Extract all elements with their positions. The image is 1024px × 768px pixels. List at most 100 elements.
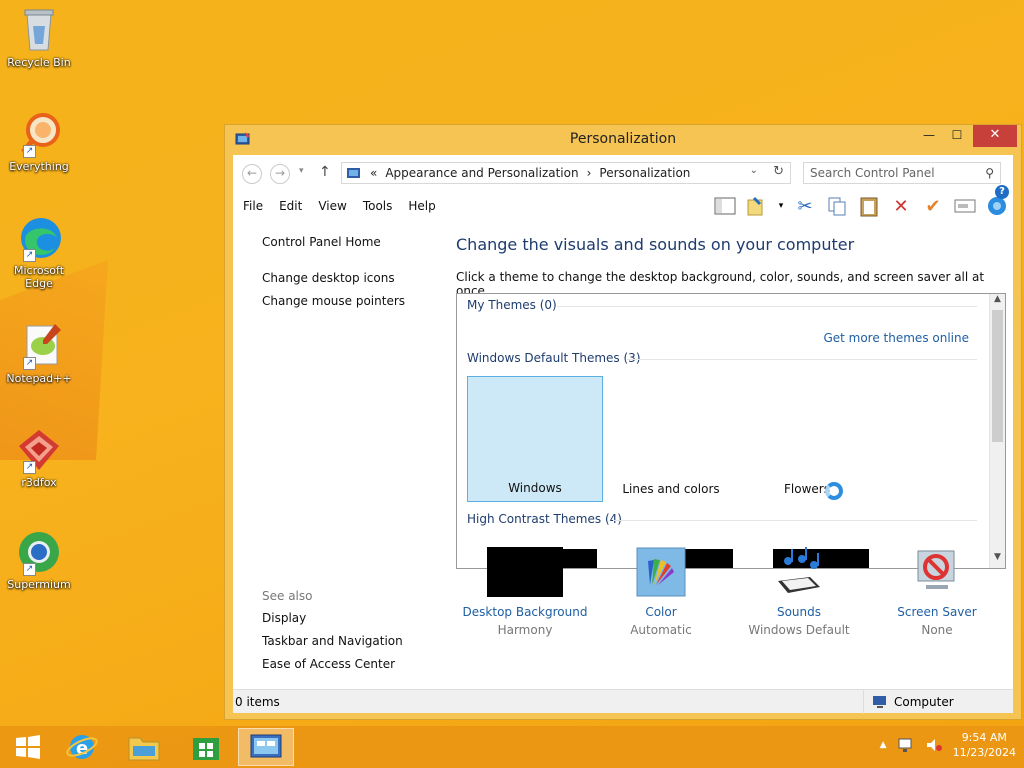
search-icon[interactable]: ⚲ bbox=[985, 166, 994, 180]
copy-icon[interactable] bbox=[823, 193, 851, 219]
start-button[interactable] bbox=[0, 728, 56, 766]
recent-locations-icon[interactable]: ▾ bbox=[299, 166, 304, 176]
properties-icon[interactable] bbox=[743, 193, 771, 219]
theme-lines-and-colors[interactable]: Lines and colors bbox=[603, 376, 739, 502]
taskbar-internet-explorer[interactable]: e bbox=[54, 728, 110, 766]
notepadpp-icon: ↗ bbox=[15, 322, 63, 370]
sounds-value: Windows Default bbox=[748, 623, 850, 637]
see-also-label: See also bbox=[262, 589, 313, 603]
search-input[interactable]: Search Control Panel ⚲ bbox=[803, 162, 1001, 184]
desktop-icon-notepadpp[interactable]: ↗ Notepad++ bbox=[4, 322, 74, 385]
up-arrow-icon[interactable]: ↑ bbox=[319, 164, 331, 180]
internet-explorer-icon: e bbox=[66, 735, 98, 759]
desktop-icon-label: Microsoft Edge bbox=[13, 264, 65, 290]
shortcut-arrow-icon: ↗ bbox=[23, 249, 36, 262]
paste-icon[interactable] bbox=[855, 193, 883, 219]
scroll-thumb[interactable] bbox=[992, 310, 1003, 442]
chevron-down-icon[interactable]: ⌄ bbox=[750, 165, 758, 176]
clock[interactable]: 9:54 AM 11/23/2024 bbox=[953, 730, 1016, 760]
theme-list[interactable]: My Themes (0) Get more themes online Win… bbox=[456, 293, 1006, 569]
desktop-icon-microsoft-edge[interactable]: ↗ Microsoft Edge bbox=[4, 214, 74, 290]
help-icon[interactable]: ? bbox=[995, 185, 1009, 199]
windows-logo-icon bbox=[16, 735, 40, 759]
status-location-label: Computer bbox=[894, 695, 954, 709]
close-button[interactable]: ✕ bbox=[973, 125, 1017, 147]
desktop-icon-recycle-bin[interactable]: Recycle Bin bbox=[4, 6, 74, 69]
ease-of-access-link[interactable]: Ease of Access Center bbox=[262, 657, 395, 671]
desktop-background-icon bbox=[487, 547, 563, 597]
menu-help[interactable]: Help bbox=[400, 199, 443, 213]
menu-edit[interactable]: Edit bbox=[271, 199, 310, 213]
vertical-scrollbar[interactable]: ▲ ▼ bbox=[989, 294, 1005, 568]
taskbar-navigation-link[interactable]: Taskbar and Navigation bbox=[262, 634, 403, 648]
breadcrumb-personalization[interactable]: Personalization bbox=[599, 166, 690, 180]
menu-file[interactable]: File bbox=[235, 199, 271, 213]
taskbar: e ▲ 9:54 AM 11/23/2024 bbox=[0, 726, 1024, 768]
screen-saver-link[interactable]: Screen Saver bbox=[867, 605, 1007, 619]
sounds-item[interactable]: Sounds Windows Default bbox=[729, 547, 869, 637]
recycle-bin-icon bbox=[15, 6, 63, 54]
theme-windows[interactable]: Windows bbox=[467, 376, 603, 502]
desktop-icon-supermium[interactable]: ↗ Supermium bbox=[4, 528, 74, 591]
change-mouse-pointers-link[interactable]: Change mouse pointers bbox=[262, 294, 405, 308]
cut-icon[interactable]: ✂ bbox=[791, 193, 819, 219]
loading-spinner-icon bbox=[825, 482, 843, 500]
dropdown-arrow-icon[interactable]: ▾ bbox=[775, 193, 787, 219]
refresh-icon[interactable]: ↻ bbox=[773, 164, 784, 179]
desktop-icon-label: Supermium bbox=[7, 578, 71, 591]
network-icon[interactable] bbox=[897, 737, 915, 753]
shortcut-arrow-icon: ↗ bbox=[23, 357, 36, 370]
breadcrumb-appearance[interactable]: Appearance and Personalization bbox=[385, 166, 578, 180]
rename-icon[interactable] bbox=[951, 193, 979, 219]
volume-muted-icon[interactable] bbox=[925, 737, 943, 753]
desktop-icon-everything[interactable]: ↗ Everything bbox=[4, 110, 74, 173]
show-hidden-icons[interactable]: ▲ bbox=[880, 740, 887, 750]
title-bar[interactable]: Personalization — ☐ ✕ bbox=[225, 125, 1021, 153]
color-link[interactable]: Color bbox=[591, 605, 731, 619]
color-icon bbox=[636, 547, 686, 597]
menu-view[interactable]: View bbox=[310, 199, 354, 213]
desktop-background-value: Harmony bbox=[497, 623, 553, 637]
menu-row: File Edit View Tools Help ▾ ✂ ✕ ✔ bbox=[233, 191, 1013, 223]
desktop-icon-label: Notepad++ bbox=[6, 372, 72, 385]
breadcrumb-prefix: « bbox=[370, 166, 378, 180]
preview-pane-icon[interactable] bbox=[711, 193, 739, 219]
delete-icon[interactable]: ✕ bbox=[887, 193, 915, 219]
screen-saver-icon bbox=[912, 547, 962, 597]
control-panel-home-link[interactable]: Control Panel Home bbox=[262, 235, 381, 249]
get-more-themes-link[interactable]: Get more themes online bbox=[823, 331, 969, 345]
breadcrumb-separator: › bbox=[586, 166, 592, 180]
scroll-up-icon[interactable]: ▲ bbox=[990, 294, 1005, 310]
checkmark-icon[interactable]: ✔ bbox=[919, 193, 947, 219]
taskbar-file-explorer[interactable] bbox=[116, 728, 172, 766]
desktop-background-link[interactable]: Desktop Background bbox=[455, 605, 595, 619]
menu-bar: File Edit View Tools Help bbox=[235, 199, 444, 213]
color-value: Automatic bbox=[630, 623, 692, 637]
edge-icon: ↗ bbox=[15, 214, 63, 262]
divider bbox=[613, 520, 977, 521]
forward-button[interactable]: → bbox=[270, 164, 290, 184]
address-bar[interactable]: « Appearance and Personalization › Perso… bbox=[341, 162, 791, 184]
display-link[interactable]: Display bbox=[262, 611, 306, 625]
change-desktop-icons-link[interactable]: Change desktop icons bbox=[262, 271, 395, 285]
everything-icon: ↗ bbox=[15, 110, 63, 158]
sounds-link[interactable]: Sounds bbox=[729, 605, 869, 619]
taskbar-store[interactable] bbox=[178, 728, 234, 766]
taskbar-control-panel[interactable] bbox=[238, 728, 294, 766]
supermium-icon: ↗ bbox=[15, 528, 63, 576]
folder-icon bbox=[128, 737, 160, 761]
high-contrast-header: High Contrast Themes (4) bbox=[467, 512, 622, 526]
desktop-icon-label: r3dfox bbox=[21, 476, 57, 489]
minimize-button[interactable]: — bbox=[915, 125, 943, 147]
color-item[interactable]: Color Automatic bbox=[591, 547, 731, 637]
desktop-icon-r3dfox[interactable]: ↗ r3dfox bbox=[4, 426, 74, 489]
theme-flowers[interactable]: Flowers bbox=[739, 376, 875, 502]
theme-label: Lines and colors bbox=[622, 482, 720, 496]
maximize-button[interactable]: ☐ bbox=[943, 125, 971, 147]
back-button[interactable]: ← bbox=[242, 164, 262, 184]
menu-tools[interactable]: Tools bbox=[355, 199, 401, 213]
address-row: ← → ▾ ↑ « Appearance and Personalization… bbox=[233, 155, 1013, 191]
store-icon bbox=[193, 738, 219, 760]
desktop-background-item[interactable]: Desktop Background Harmony bbox=[455, 547, 595, 637]
screen-saver-item[interactable]: Screen Saver None bbox=[867, 547, 1007, 637]
